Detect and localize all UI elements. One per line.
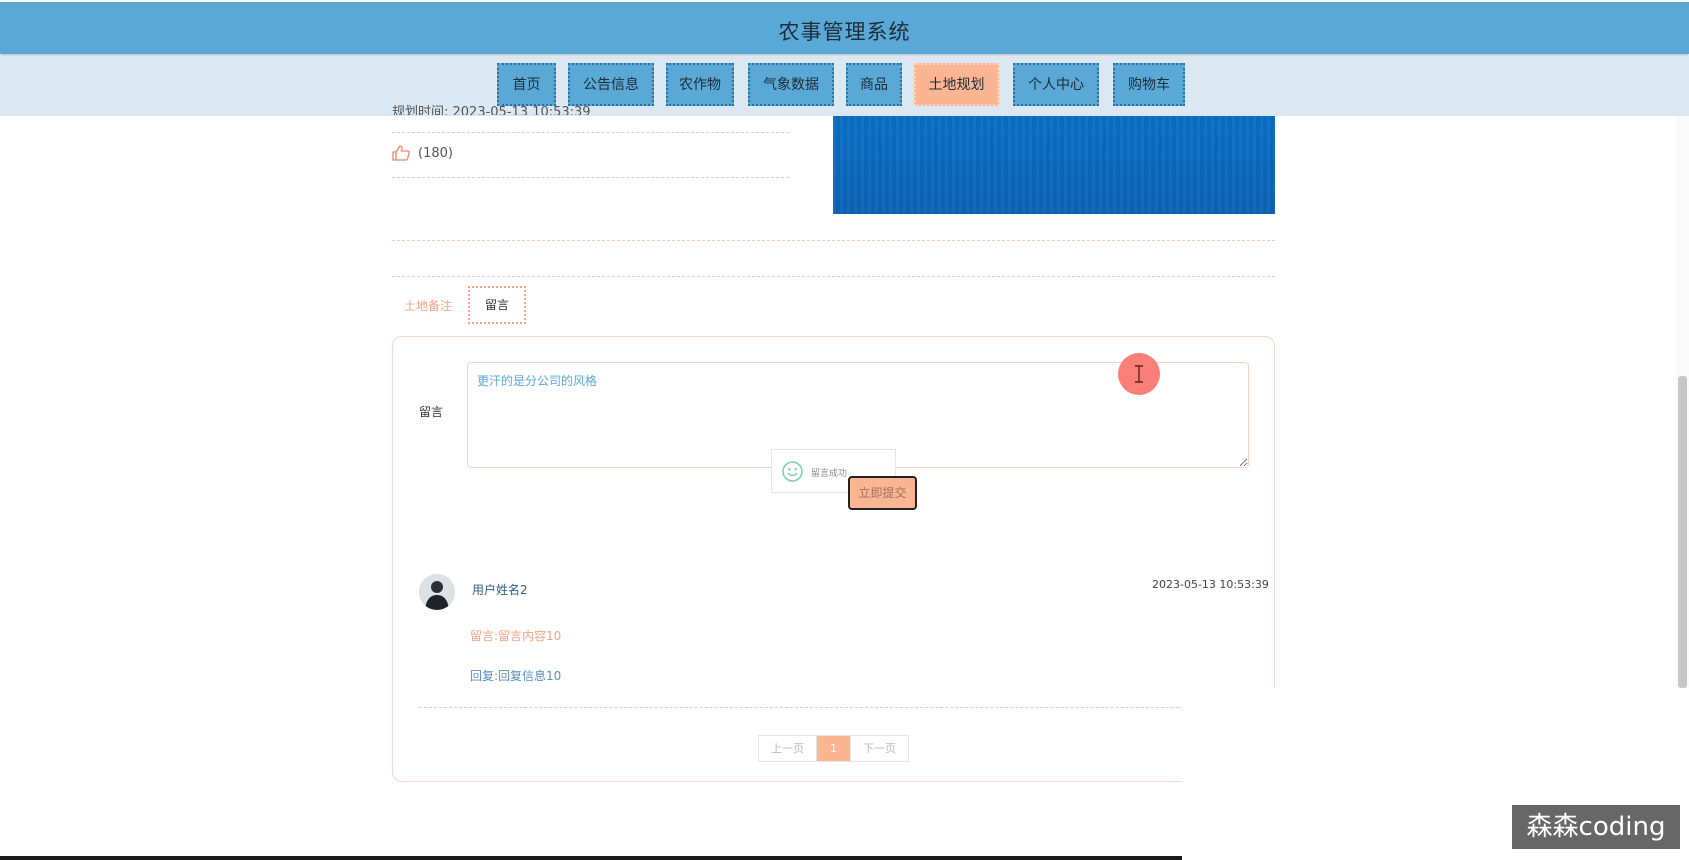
scrollbar-thumb[interactable]	[1678, 376, 1687, 688]
land-image	[833, 116, 1275, 214]
page: 农事管理系统 首页 公告信息 农作物 气象数据 商品 土地规划 个人中心 购物车…	[0, 0, 1689, 860]
nav-item-weather[interactable]: 气象数据	[748, 63, 834, 106]
planning-time: 规划时间: 2023-05-13 10:53:39	[392, 105, 591, 115]
toast-text: 留言成功	[811, 469, 848, 479]
submit-button[interactable]: 立即提交	[848, 476, 917, 510]
next-page-button[interactable]: 下一页	[850, 736, 908, 761]
comment-timestamp: 2023-05-13 10:53:39	[1152, 578, 1269, 591]
message-label: 留言	[419, 405, 444, 419]
avatar	[419, 574, 455, 610]
divider	[392, 240, 1275, 241]
nav-item-products[interactable]: 商品	[846, 63, 902, 106]
nav-item-announcements[interactable]: 公告信息	[568, 63, 654, 106]
divider	[419, 707, 1249, 708]
comment-username: 用户姓名2	[472, 583, 528, 597]
app-title: 农事管理系统	[778, 20, 911, 44]
nav-item-crops[interactable]: 农作物	[666, 63, 734, 106]
comment-reply: 回复:回复信息10	[470, 669, 562, 683]
pagination: 上一页 1 下一页	[758, 735, 909, 762]
tab-messages[interactable]: 留言	[468, 286, 526, 324]
avatar-image	[419, 574, 455, 610]
comment-message: 留言:留言内容10	[470, 629, 562, 643]
nav-item-land-planning[interactable]: 土地规划	[914, 63, 999, 106]
divider	[392, 177, 789, 178]
tab-land-notes[interactable]: 土地备注	[404, 297, 452, 314]
prev-page-button[interactable]: 上一页	[759, 736, 817, 761]
divider	[392, 276, 1275, 277]
thumbs-up-icon[interactable]	[392, 145, 410, 161]
main-nav: 首页 公告信息 农作物 气象数据 商品 土地规划 个人中心 购物车	[0, 56, 1689, 116]
watermark: 森森coding	[1512, 805, 1680, 849]
nav-item-personal-center[interactable]: 个人中心	[1013, 63, 1099, 106]
like-count: (180)	[418, 146, 453, 161]
current-page[interactable]: 1	[817, 736, 850, 761]
app-header: 农事管理系统	[0, 2, 1689, 54]
nav-item-home[interactable]: 首页	[497, 63, 556, 106]
nav-item-cart[interactable]: 购物车	[1113, 63, 1185, 106]
text-cursor-icon	[1135, 365, 1143, 383]
smile-icon	[782, 461, 803, 482]
bottom-bar	[0, 856, 1182, 860]
divider	[392, 132, 789, 133]
